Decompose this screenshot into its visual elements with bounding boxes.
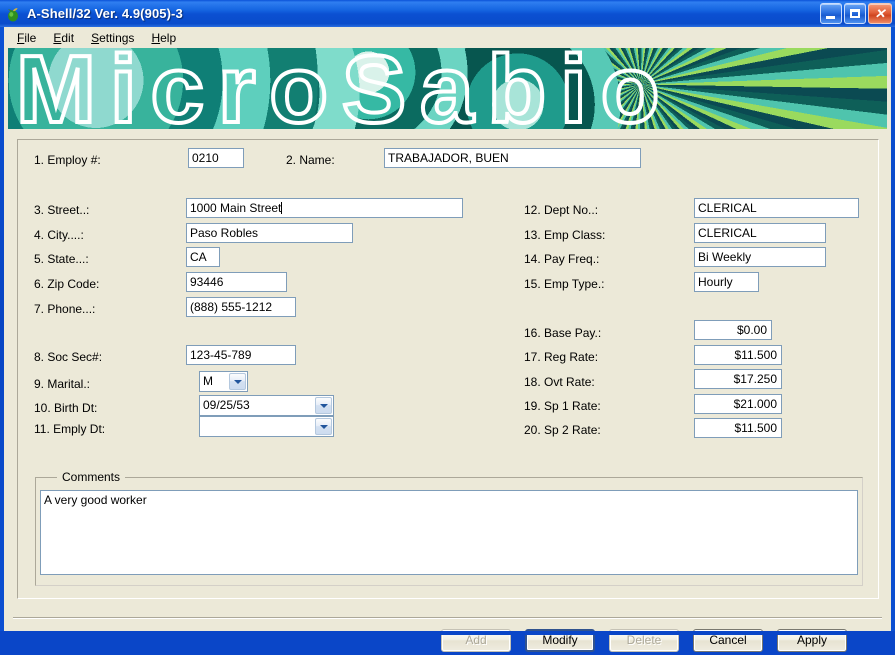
menu-file[interactable]: File [9,29,45,47]
chevron-down-icon[interactable] [315,418,332,435]
window-title: A-Shell/32 Ver. 4.9(905)-3 [27,6,183,21]
sp1-rate-field[interactable]: $21.000 [694,394,782,414]
application-window: A-Shell/32 Ver. 4.9(905)-3 ✕ File Edit S… [0,0,895,635]
label-reg-rate: 17. Reg Rate: [524,350,598,364]
button-bar-separator [13,617,882,619]
zip-code-field[interactable]: 93446 [186,272,287,292]
menu-settings[interactable]: Settings [83,29,143,47]
emp-type-field[interactable]: Hourly [694,272,759,292]
label-pay-freq: 14. Pay Freq.: [524,252,599,266]
label-name: 2. Name: [286,153,335,167]
label-base-pay: 16. Base Pay.: [524,326,601,340]
birth-date-combo[interactable]: 09/25/53 [199,395,334,416]
phone-field[interactable]: (888) 555-1212 [186,297,296,317]
maximize-button[interactable] [844,3,866,24]
comments-group: Comments A very good worker [35,470,863,586]
employee-form-panel: 1. Employ #: 0210 2. Name: TRABAJADOR, B… [17,139,879,599]
soc-sec-field[interactable]: 123-45-789 [186,345,296,365]
menu-help[interactable]: Help [143,29,185,47]
menu-edit[interactable]: Edit [45,29,83,47]
dept-no-field[interactable]: CLERICAL [694,198,859,218]
label-city: 4. City....: [34,228,84,242]
employ-number-field[interactable]: 0210 [188,148,244,168]
sp2-rate-field[interactable]: $11.500 [694,418,782,438]
apple-icon [4,5,22,23]
chevron-down-icon[interactable] [229,373,246,390]
microsabio-banner-image: MicroSabio [8,48,887,129]
birth-date-value: 09/25/53 [203,398,250,412]
employ-date-combo[interactable] [199,416,334,437]
window-bottom-border [0,631,895,635]
label-employ-number: 1. Employ #: [34,153,101,167]
label-phone: 7. Phone...: [34,302,95,316]
pay-freq-field[interactable]: Bi Weekly [694,247,826,267]
label-emp-type: 15. Emp Type.: [524,277,605,291]
name-field[interactable]: TRABAJADOR, BUEN [384,148,641,168]
emp-class-field[interactable]: CLERICAL [694,223,826,243]
ovt-rate-field[interactable]: $17.250 [694,369,782,389]
label-zip-code: 6. Zip Code: [34,277,99,291]
reg-rate-field[interactable]: $11.500 [694,345,782,365]
window-controls: ✕ [820,3,892,24]
street-field[interactable]: 1000 Main Street [186,198,463,218]
chevron-down-icon[interactable] [315,397,332,414]
minimize-button[interactable] [820,3,842,24]
label-sp1-rate: 19. Sp 1 Rate: [524,399,601,413]
banner-title: MicroSabio [16,48,673,129]
base-pay-field[interactable]: $0.00 [694,320,772,340]
client-area: File Edit Settings Help MicroSabio 1. Em… [4,27,891,631]
city-field[interactable]: Paso Robles [186,223,353,243]
marital-value: M [203,374,213,388]
label-dept-no: 12. Dept No..: [524,203,598,217]
comments-legend: Comments [57,470,125,484]
label-ovt-rate: 18. Ovt Rate: [524,375,595,389]
label-employ-date: 11. Emply Dt: [34,422,105,436]
label-birth-date: 10. Birth Dt: [34,401,97,415]
state-field[interactable]: CA [186,247,220,267]
label-soc-sec: 8. Soc Sec#: [34,350,102,364]
label-street: 3. Street..: [34,203,89,217]
button-bar: Add Modify Delete Cancel Apply [4,625,891,655]
menu-bar: File Edit Settings Help [4,27,891,48]
label-sp2-rate: 20. Sp 2 Rate: [524,423,601,437]
title-bar: A-Shell/32 Ver. 4.9(905)-3 ✕ [0,0,895,27]
marital-combo[interactable]: M [199,371,248,392]
label-state: 5. State...: [34,252,89,266]
close-button[interactable]: ✕ [868,3,892,24]
label-emp-class: 13. Emp Class: [524,228,605,242]
comments-textarea[interactable]: A very good worker [40,490,858,575]
label-marital: 9. Marital.: [34,377,90,391]
